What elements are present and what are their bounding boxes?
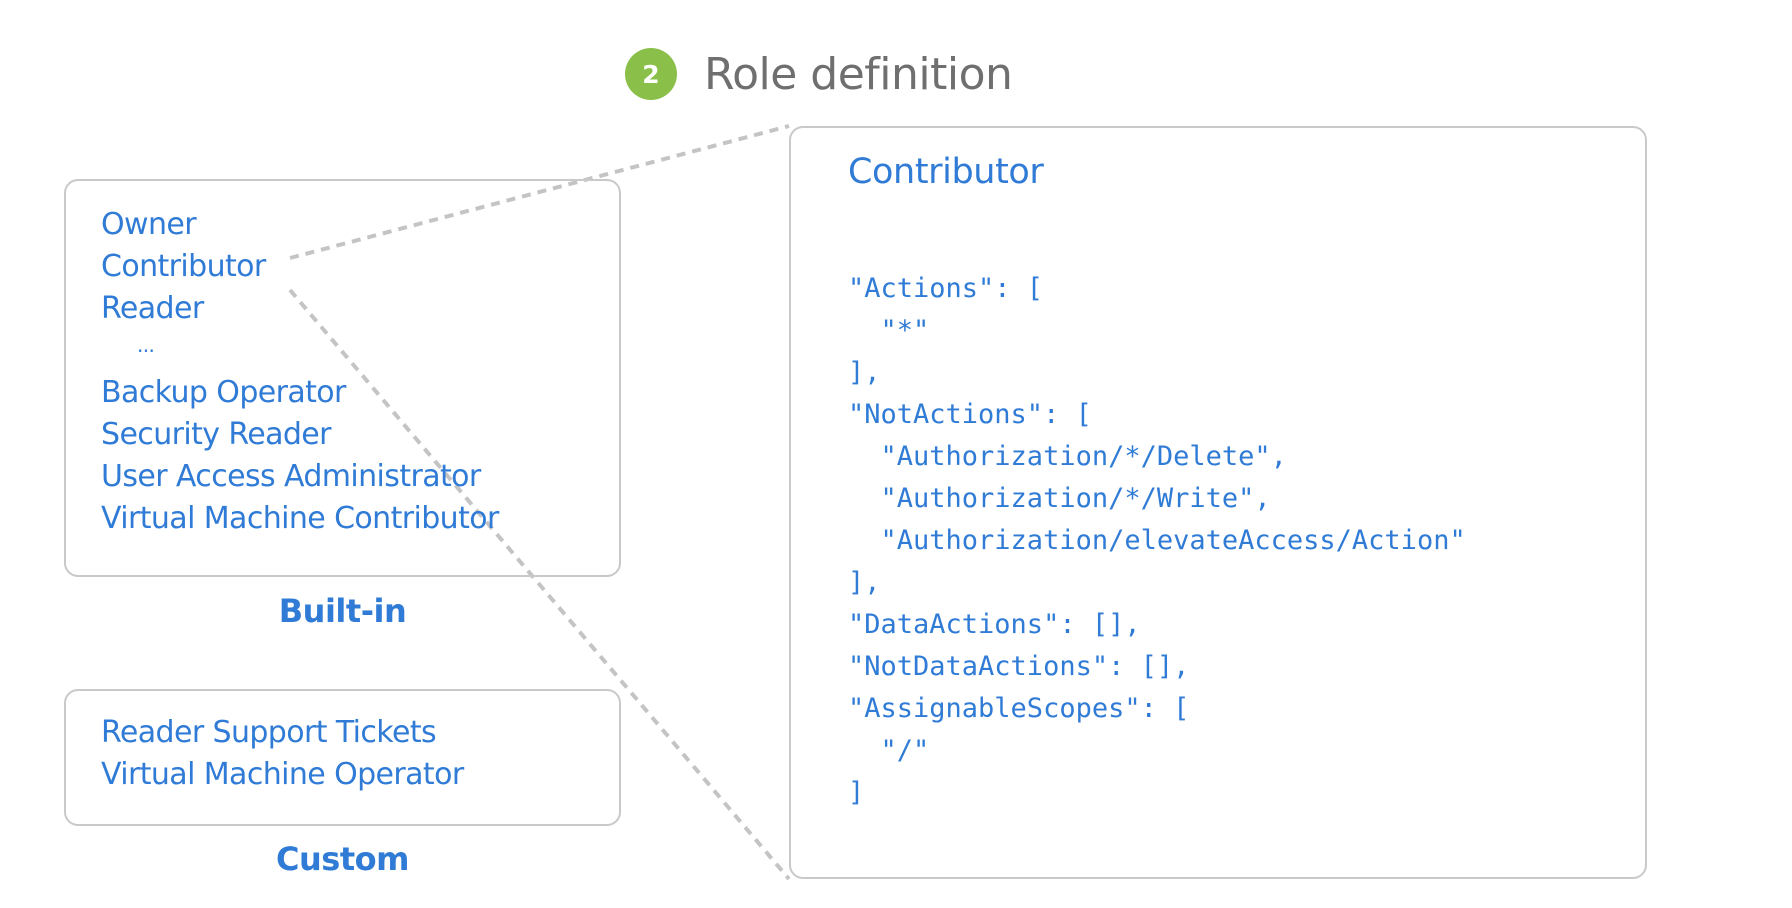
json-line: "Authorization/*/Delete", — [848, 441, 1287, 472]
json-line: "NotActions": [ — [848, 399, 1092, 430]
role-item-virtual-machine-operator: Virtual Machine Operator — [101, 757, 464, 792]
json-line: "Authorization/*/Write", — [848, 483, 1271, 514]
json-line: "/" — [848, 735, 930, 766]
definition-role-name: Contributor — [848, 152, 1044, 192]
custom-roles-list: Reader Support Tickets Virtual Machine O… — [101, 712, 464, 796]
role-item-security-reader: Security Reader — [101, 417, 332, 452]
role-list-ellipsis: ... — [137, 333, 155, 357]
role-item-virtual-machine-contributor: Virtual Machine Contributor — [101, 501, 499, 536]
role-definition-header: 2 Role definition — [625, 48, 1013, 100]
custom-label: Custom — [276, 840, 409, 878]
json-line: "AssignableScopes": [ — [848, 693, 1190, 724]
json-line: "*" — [848, 315, 930, 346]
role-item-owner: Owner — [101, 207, 197, 242]
json-line: "DataActions": [], — [848, 609, 1141, 640]
role-item-reader: Reader — [101, 291, 204, 326]
role-definition-title: Role definition — [704, 48, 1013, 100]
json-line: "Actions": [ — [848, 273, 1044, 304]
json-line: ] — [848, 777, 865, 808]
json-line: ], — [848, 357, 881, 388]
role-item-contributor: Contributor — [101, 249, 266, 284]
step-number-badge: 2 — [625, 48, 677, 100]
role-item-user-access-administrator: User Access Administrator — [101, 459, 481, 494]
builtin-label: Built-in — [278, 592, 407, 630]
json-line: ], — [848, 567, 881, 598]
builtin-roles-list: Owner Contributor Reader ... Backup Oper… — [101, 204, 499, 540]
json-line: "NotDataActions": [], — [848, 651, 1190, 682]
definition-json-code: "Actions": [ "*" ], "NotActions": [ "Aut… — [848, 268, 1466, 814]
role-item-backup-operator: Backup Operator — [101, 375, 346, 410]
role-item-reader-support-tickets: Reader Support Tickets — [101, 715, 437, 750]
json-line: "Authorization/elevateAccess/Action" — [848, 525, 1466, 556]
